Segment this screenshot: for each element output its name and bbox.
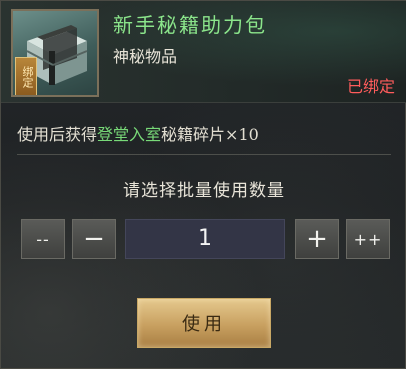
quantity-input[interactable]: 1 bbox=[125, 219, 285, 259]
description-suffix: 秘籍碎片×10 bbox=[161, 125, 259, 144]
item-description: 使用后获得登堂入室秘籍碎片×10 bbox=[17, 121, 259, 145]
item-use-dialog: 绑定 新手秘籍助力包 神秘物品 已绑定 使用后获得登堂入室秘籍碎片×10 请选择… bbox=[0, 0, 406, 369]
bound-tag: 绑定 bbox=[15, 57, 37, 95]
item-title: 新手秘籍助力包 bbox=[113, 13, 267, 37]
quantity-prompt: 请选择批量使用数量 bbox=[123, 181, 285, 201]
decrease-many-button[interactable]: -- bbox=[21, 219, 65, 259]
item-category: 神秘物品 bbox=[113, 47, 178, 66]
increase-button[interactable]: + bbox=[295, 219, 339, 259]
increase-many-button[interactable]: ++ bbox=[346, 219, 390, 259]
bound-status: 已绑定 bbox=[346, 77, 395, 96]
description-highlight: 登堂入室 bbox=[97, 125, 162, 144]
use-button[interactable]: 使用 bbox=[137, 298, 271, 348]
item-header: 绑定 新手秘籍助力包 神秘物品 已绑定 bbox=[1, 1, 406, 103]
gift-box-icon: 绑定 bbox=[11, 9, 99, 97]
divider bbox=[17, 154, 391, 155]
decrease-button[interactable]: − bbox=[72, 219, 116, 259]
description-prefix: 使用后获得 bbox=[17, 125, 98, 144]
